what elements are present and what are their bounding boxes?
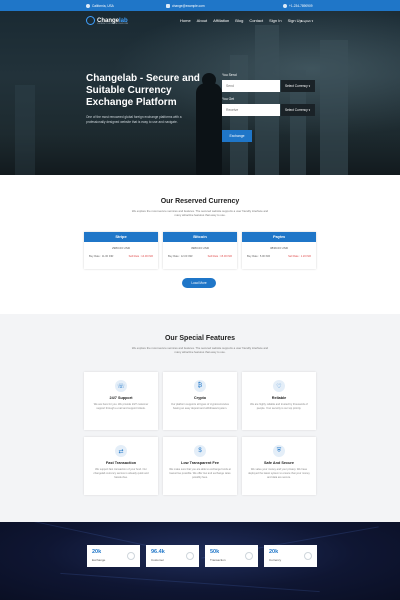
customer-icon bbox=[186, 552, 194, 560]
feature-card-low-fee: $ Low Transparent Fee We make sure that … bbox=[163, 437, 237, 495]
crypto-icon: ₿ bbox=[194, 380, 206, 392]
stat-value: 50k bbox=[210, 549, 220, 555]
feature-title: Reliable bbox=[271, 396, 287, 400]
sell-rate: Sell Rate : 15.00 INR bbox=[207, 255, 232, 258]
send-label: You Send bbox=[222, 73, 237, 77]
feature-title: Safe And Secure bbox=[263, 461, 295, 465]
receive-amount-input[interactable] bbox=[222, 104, 280, 116]
stat-value: 20k bbox=[92, 549, 102, 555]
logo-icon bbox=[86, 16, 95, 25]
nav-menu: Home About Affiliation Blog Contact Sign… bbox=[180, 18, 302, 23]
currency-name: Stripe bbox=[84, 232, 158, 242]
feature-description: We are here for you. We provide 24/7 cus… bbox=[93, 403, 149, 410]
currency-amount: 2983.03 USD bbox=[111, 246, 130, 250]
feature-card-fast-transaction: ⇄ Fast Transaction We support fast trans… bbox=[84, 437, 158, 495]
sell-rate: Sell Rate : 1.20 INR bbox=[288, 255, 311, 258]
mail-icon bbox=[166, 3, 170, 8]
stat-card-customer: 96.4k Customer bbox=[146, 545, 199, 567]
feature-description: We support fast transaction of your fund… bbox=[93, 468, 149, 479]
load-more-button[interactable]: Load More bbox=[182, 278, 216, 288]
headset-icon: ☏ bbox=[115, 380, 127, 392]
email-item[interactable]: change@example.com bbox=[166, 3, 205, 8]
buy-rate: Buy Rate : 5.00 INR bbox=[247, 255, 271, 258]
stat-label: Customer bbox=[151, 558, 165, 562]
fee-icon: $ bbox=[194, 445, 206, 457]
nav-item-about[interactable]: About bbox=[197, 18, 207, 23]
buy-rate: Buy Rate : 11.00 INR bbox=[89, 255, 114, 258]
nav-item-sign-up[interactable]: Sign Up bbox=[288, 18, 302, 23]
currency-card-bitcoin[interactable]: Bitcoin 3983.03 USD Buy Rate : 12.00 INR… bbox=[163, 232, 237, 269]
building-silhouette bbox=[255, 25, 279, 175]
send-currency-select[interactable]: Select Currency ▾ bbox=[281, 80, 315, 92]
currency-amount: 3839.03 USD bbox=[269, 246, 288, 250]
hero-title: Changelab - Secure and Suitable Currency… bbox=[86, 73, 200, 108]
currency-card-stripe[interactable]: Stripe 2983.03 USD Buy Rate : 11.00 INR … bbox=[84, 232, 158, 269]
reserved-section-subtitle: We explore the most secure services and … bbox=[131, 209, 269, 217]
stats-section bbox=[0, 522, 400, 600]
building-silhouette bbox=[320, 40, 348, 175]
reserved-section-title: Our Reserved Currency bbox=[160, 198, 240, 205]
phone-text[interactable]: +1-234-7890909 bbox=[289, 4, 313, 8]
phone-item[interactable]: +1-234-7890909 bbox=[283, 3, 313, 8]
stat-card-exchange: 20k Exchange bbox=[87, 545, 140, 567]
exchange-button[interactable]: Exchange bbox=[222, 130, 252, 142]
stat-card-transaction: 50k Transaction bbox=[205, 545, 258, 567]
send-amount-input[interactable] bbox=[222, 80, 280, 92]
buy-rate: Buy Rate : 12.00 INR bbox=[168, 255, 193, 258]
network-line bbox=[60, 572, 320, 593]
feature-card-reliable: ♡ Reliable We are highly reliable and tr… bbox=[242, 372, 316, 430]
logo-tagline: CURRENCY EXCHANGE PLATFORM bbox=[97, 23, 128, 25]
currency-amount: 3983.03 USD bbox=[190, 246, 209, 250]
location-item: California, USA bbox=[86, 3, 114, 8]
nav-item-blog[interactable]: Blog bbox=[235, 18, 243, 23]
language-selector[interactable]: English ▾ bbox=[301, 19, 313, 23]
currency-icon bbox=[304, 552, 312, 560]
shield-user-icon: ⛨ bbox=[273, 445, 285, 457]
main-navigation: Changelab CURRENCY EXCHANGE PLATFORM Hom… bbox=[0, 11, 400, 33]
stat-card-currency: 20k Currency bbox=[264, 545, 317, 567]
stat-label: Currency bbox=[269, 558, 282, 562]
heart-icon: ♡ bbox=[273, 380, 285, 392]
feature-card-support: ☏ 24/7 Support We are here for you. We p… bbox=[84, 372, 158, 430]
currency-card-paytm[interactable]: Paytm 3839.03 USD Buy Rate : 5.00 INR Se… bbox=[242, 232, 316, 269]
nav-item-contact[interactable]: Contact bbox=[249, 18, 263, 23]
exchange-icon bbox=[127, 552, 135, 560]
building-silhouette bbox=[15, 85, 35, 175]
stat-value: 20k bbox=[269, 549, 279, 555]
transaction-icon bbox=[245, 552, 253, 560]
feature-description: Our platform supports all types of crypt… bbox=[171, 403, 229, 410]
transaction-icon: ⇄ bbox=[115, 445, 127, 457]
top-info-bar: California, USA change@example.com +1-23… bbox=[0, 0, 400, 11]
location-text: California, USA bbox=[92, 3, 114, 8]
stat-label: Transaction bbox=[210, 558, 226, 562]
email-text[interactable]: change@example.com bbox=[172, 4, 205, 8]
phone-icon bbox=[283, 3, 287, 8]
feature-description: We value your money and your privacy. We… bbox=[248, 468, 310, 479]
stat-label: Exchange bbox=[92, 558, 106, 562]
sell-rate: Sell Rate : 14.00 INR bbox=[128, 255, 153, 258]
nav-item-sign-in[interactable]: Sign In bbox=[269, 18, 281, 23]
feature-title: 24/7 Support bbox=[109, 396, 133, 400]
currency-name: Paytm bbox=[242, 232, 316, 242]
feature-title: Fast Transaction bbox=[105, 461, 137, 465]
location-pin-icon bbox=[86, 3, 90, 8]
feature-title: Low Transparent Fee bbox=[181, 461, 219, 465]
nav-item-affiliation[interactable]: Affiliation bbox=[213, 18, 229, 23]
nav-item-home[interactable]: Home bbox=[180, 18, 191, 23]
stat-value: 96.4k bbox=[151, 549, 165, 555]
receive-currency-select[interactable]: Select Currency ▾ bbox=[281, 104, 315, 116]
feature-description: We are highly reliable and trusted by th… bbox=[250, 403, 308, 410]
features-section-subtitle: We explore the most secure services and … bbox=[131, 346, 269, 354]
hero-description: One of the most renowned global foreign … bbox=[86, 115, 182, 124]
feature-card-safe-secure: ⛨ Safe And Secure We value your money an… bbox=[242, 437, 316, 495]
feature-card-crypto: ₿ Crypto Our platform supports all types… bbox=[163, 372, 237, 430]
hero-section: Changelab CURRENCY EXCHANGE PLATFORM Hom… bbox=[0, 11, 400, 175]
features-section-title: Our Special Features bbox=[164, 335, 236, 342]
feature-description: We make sure that you are able to exchan… bbox=[169, 468, 231, 479]
feature-title: Crypto bbox=[193, 396, 207, 400]
currency-name: Bitcoin bbox=[163, 232, 237, 242]
receive-label: You Get bbox=[222, 97, 235, 101]
